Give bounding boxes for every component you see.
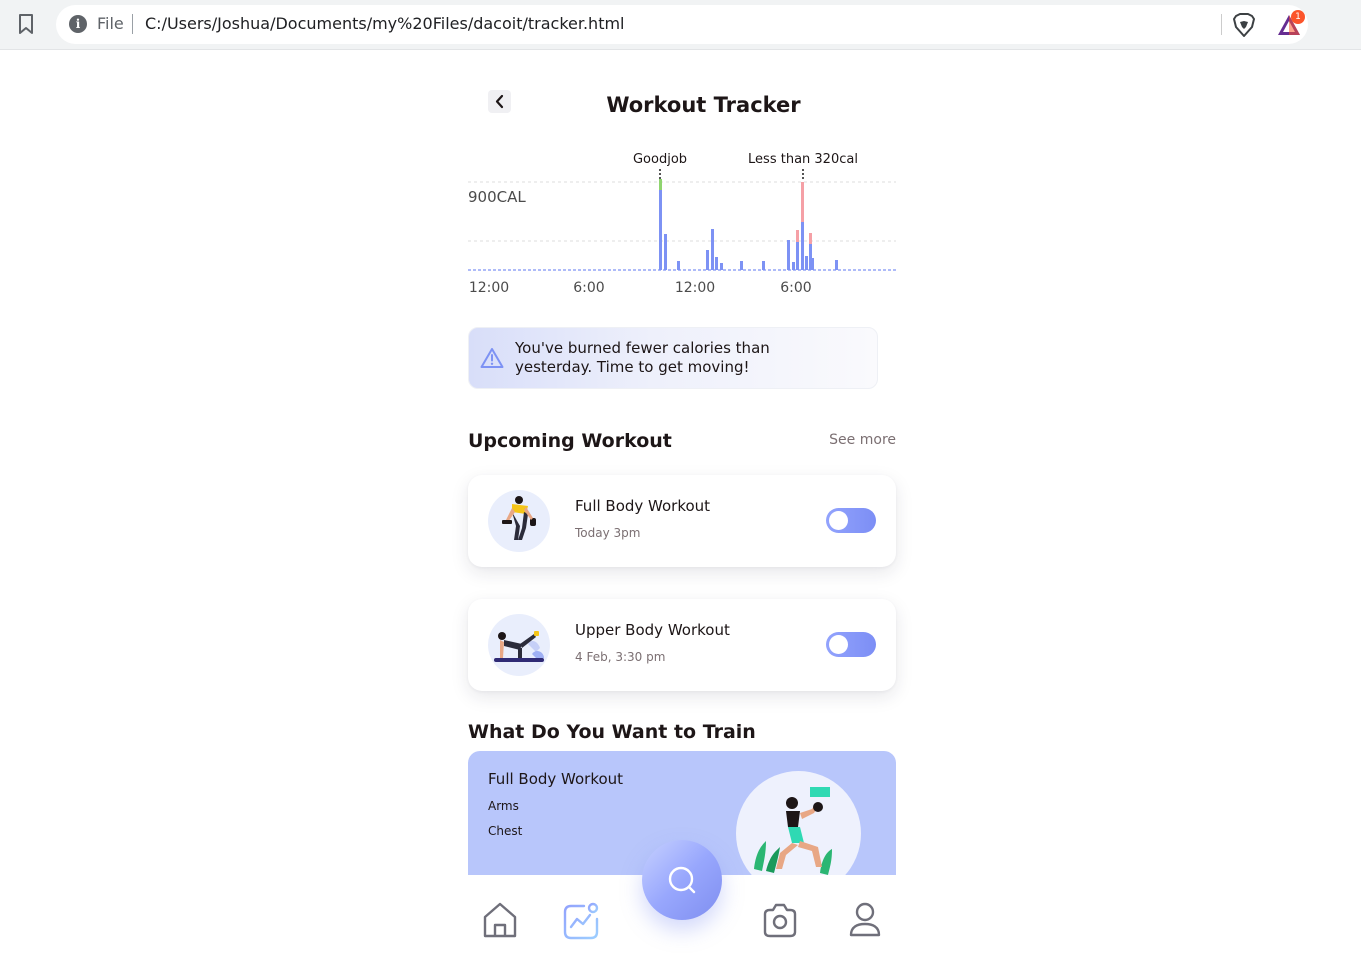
calorie-bar <box>659 190 662 270</box>
toggle-knob <box>829 511 848 530</box>
calorie-bar <box>792 262 795 270</box>
annotation-goodjob: Goodjob <box>633 152 687 167</box>
calorie-bar <box>796 242 799 270</box>
calorie-bar-highlight <box>809 233 812 244</box>
see-more-link[interactable]: See more <box>829 432 896 448</box>
x-tick-label: 6:00 <box>780 280 811 296</box>
x-tick-label: 12:00 <box>469 280 509 296</box>
camera-icon[interactable] <box>761 901 799 939</box>
workout-thumbnail <box>488 490 550 552</box>
search-icon <box>668 866 696 894</box>
calorie-bar <box>740 261 743 270</box>
plank-workout-illustration <box>494 631 544 662</box>
chart-bars <box>659 179 838 270</box>
calorie-bar <box>715 257 718 270</box>
url-divider <box>132 14 133 34</box>
calorie-alert: You've burned fewer calories than yester… <box>468 327 878 389</box>
lunge-workout-illustration <box>754 787 832 875</box>
app-screen: Workout Tracker Goodjob Less than 320cal… <box>468 50 896 967</box>
upcoming-section-title: Upcoming Workout <box>468 430 672 452</box>
calorie-bar <box>711 229 714 270</box>
calorie-bar <box>835 260 838 270</box>
warning-triangle-icon <box>480 348 504 368</box>
profile-icon[interactable] <box>848 901 882 939</box>
workout-time: 4 Feb, 3:30 pm <box>575 650 666 664</box>
calorie-bar <box>762 261 765 270</box>
calorie-bar-highlight <box>796 230 799 242</box>
calorie-bar <box>664 234 667 270</box>
dumbbell-workout-illustration <box>502 496 536 540</box>
train-card-item: Arms <box>488 799 519 813</box>
calorie-bar <box>706 250 709 270</box>
train-illustration <box>736 771 861 875</box>
brave-shield-icon[interactable] <box>1233 13 1255 37</box>
url-scheme: File <box>97 14 124 33</box>
workout-card-full-body[interactable]: Full Body Workout Today 3pm <box>468 475 896 567</box>
toggle-knob <box>829 635 848 654</box>
address-bar[interactable]: i File C:/Users/Joshua/Documents/my%20Fi… <box>56 5 1308 44</box>
workout-time: Today 3pm <box>575 526 641 540</box>
calorie-bar <box>811 258 814 270</box>
page-title: Workout Tracker <box>606 93 801 117</box>
workout-card-upper-body[interactable]: Upper Body Workout 4 Feb, 3:30 pm <box>468 599 896 691</box>
workout-reminder-toggle[interactable] <box>826 632 876 657</box>
url-text[interactable]: C:/Users/Joshua/Documents/my%20Files/dac… <box>145 14 625 33</box>
activity-icon[interactable] <box>562 901 600 941</box>
annotation-low-calories: Less than 320cal <box>748 152 858 167</box>
workout-name: Upper Body Workout <box>575 621 730 639</box>
browser-toolbar: i File C:/Users/Joshua/Documents/my%20Fi… <box>0 0 1361 50</box>
y-tick-label: 900CAL <box>468 188 526 206</box>
workout-thumbnail <box>488 614 550 676</box>
x-tick-label: 6:00 <box>573 280 604 296</box>
x-tick-label: 12:00 <box>675 280 715 296</box>
workout-name: Full Body Workout <box>575 497 711 515</box>
calorie-bar <box>801 222 804 270</box>
workout-reminder-toggle[interactable] <box>826 508 876 533</box>
train-card-item: Chest <box>488 824 523 838</box>
calorie-bar-highlight <box>801 182 804 222</box>
train-section-title: What Do You Want to Train <box>468 721 756 743</box>
calorie-bar <box>787 240 790 270</box>
info-icon[interactable]: i <box>69 15 87 33</box>
calorie-bar <box>677 261 680 270</box>
bookmark-icon[interactable] <box>17 13 35 35</box>
toolbar-divider <box>1221 14 1222 35</box>
rewards-badge: 1 <box>1291 10 1305 24</box>
alert-message: You've burned fewer calories than yester… <box>515 339 770 376</box>
calorie-bar <box>720 263 723 270</box>
calorie-bar <box>805 256 808 270</box>
calorie-chart: Goodjob Less than 320cal 900CAL 12:00 6:… <box>468 145 898 305</box>
train-card-title: Full Body Workout <box>488 770 624 788</box>
search-fab[interactable] <box>642 840 722 920</box>
calorie-chart-svg: Goodjob Less than 320cal 900CAL 12:00 6:… <box>468 152 896 296</box>
calorie-bar-highlight <box>659 179 662 190</box>
home-icon[interactable] <box>482 901 518 939</box>
